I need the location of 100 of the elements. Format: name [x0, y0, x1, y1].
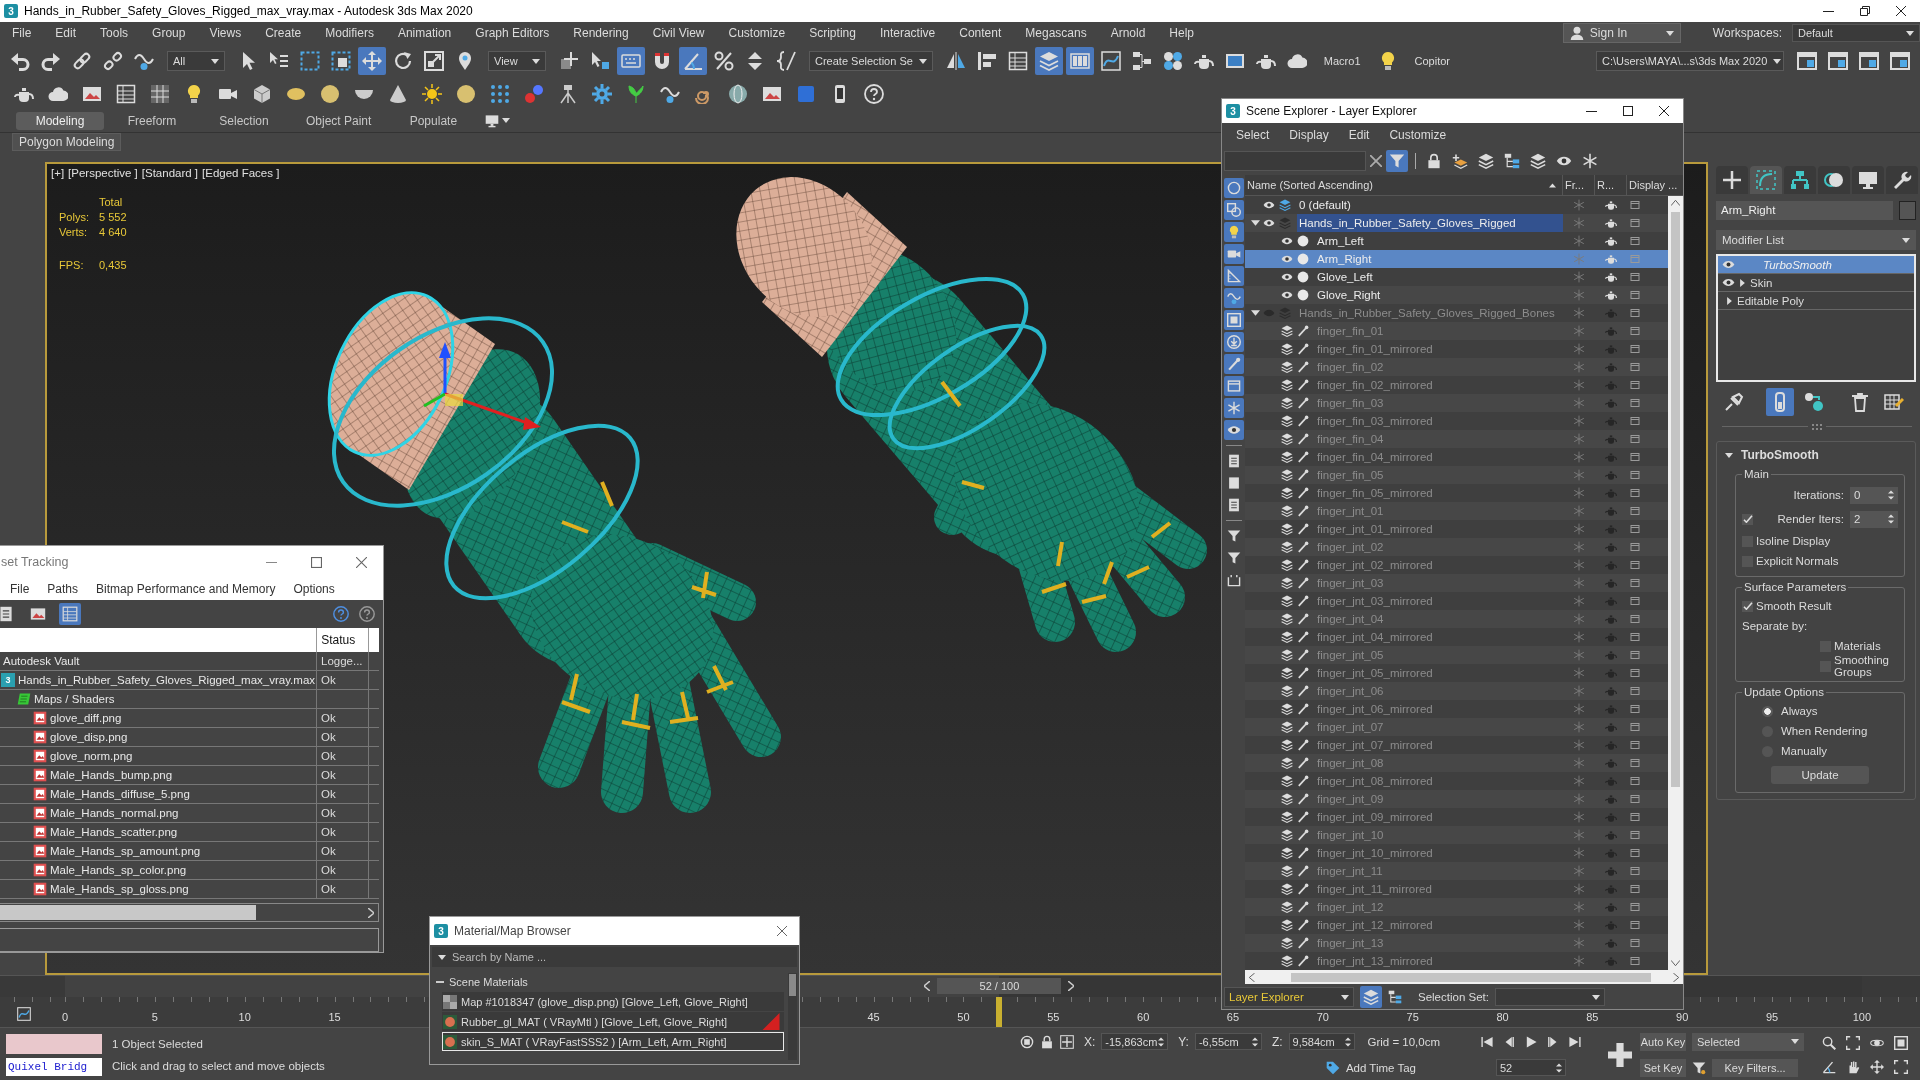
display-box-icon[interactable] [1630, 632, 1640, 642]
scroll-thumb[interactable] [1291, 972, 1651, 982]
snowflake-icon[interactable] [1573, 955, 1585, 967]
snowflake-icon[interactable] [1573, 775, 1585, 787]
asset-name[interactable]: glove_norm.png [50, 750, 133, 762]
display-box-icon[interactable] [1630, 272, 1640, 282]
menu-item[interactable]: Edit [1338, 128, 1380, 142]
menu-item[interactable]: Arnold [1098, 22, 1158, 44]
caret-icon[interactable] [438, 954, 446, 960]
menu-item[interactable]: Tools [88, 22, 141, 44]
eye-filter-button[interactable] [1223, 420, 1244, 440]
snowflake-icon[interactable] [1573, 865, 1585, 877]
display-box-icon[interactable] [1630, 506, 1640, 516]
snowflake-icon[interactable] [1573, 739, 1585, 751]
section-header[interactable]: Scene Materials [434, 973, 784, 991]
spinner-arrows-icon[interactable] [1556, 1062, 1562, 1073]
snowflake-icon[interactable] [1573, 649, 1585, 661]
snowflake-icon[interactable] [1573, 685, 1585, 697]
circles-tab[interactable] [1818, 166, 1850, 194]
menu-item[interactable]: Modifiers [313, 22, 386, 44]
move-icon[interactable] [1870, 1059, 1884, 1074]
display-box-icon[interactable] [1630, 344, 1640, 354]
eye-icon[interactable] [1263, 217, 1275, 229]
collapse-arrow-icon[interactable] [1251, 220, 1260, 226]
snowflake-icon[interactable] [1573, 577, 1585, 589]
eye-icon[interactable] [1281, 235, 1293, 247]
help-icon[interactable] [333, 606, 349, 622]
ribbon-tab[interactable]: Populate [389, 111, 478, 130]
display-box-icon[interactable] [1630, 650, 1640, 660]
collapse-arrow-icon[interactable] [1251, 310, 1260, 316]
camera-filter-button[interactable] [1223, 244, 1244, 264]
shapes-filter-button[interactable] [1223, 200, 1244, 220]
snowflake-icon[interactable] [1573, 505, 1585, 517]
teapot-icon[interactable] [1605, 235, 1617, 247]
snowflake-icon[interactable] [1573, 613, 1585, 625]
snowflake-filter-button[interactable] [1223, 398, 1244, 418]
object-name-field[interactable]: Arm_Right [1716, 201, 1893, 220]
snowflake-icon[interactable] [1573, 829, 1585, 841]
menu-item[interactable]: Civil View [640, 22, 717, 44]
display-box-icon[interactable] [1630, 362, 1640, 372]
lock-icon[interactable] [1040, 1034, 1054, 1049]
toolbar-text-button[interactable]: Macro1 [1313, 47, 1371, 75]
display-box-icon[interactable] [1630, 236, 1640, 246]
group-filter-button[interactable] [1223, 310, 1244, 330]
clear-icon[interactable] [1370, 155, 1382, 167]
color-swatch[interactable] [1899, 201, 1916, 220]
scroll-thumb[interactable] [0, 905, 256, 920]
viewport-label[interactable]: [Standard ] [141, 167, 199, 179]
display-box-icon[interactable] [1630, 866, 1640, 876]
circle-filter-button[interactable] [1223, 178, 1244, 198]
eye-icon[interactable] [1281, 289, 1293, 301]
checkbox-label[interactable]: Explicit Normals [1756, 555, 1839, 567]
vertical-scrollbar[interactable] [1668, 196, 1683, 970]
display-box-icon[interactable] [1630, 452, 1640, 462]
display-box-icon[interactable] [1630, 290, 1640, 300]
snowflake-icon[interactable] [1573, 703, 1585, 715]
checkbox-label[interactable]: Smooth Result [1756, 600, 1832, 612]
column-header[interactable]: R... [1595, 175, 1627, 195]
snowflake-icon[interactable] [1573, 595, 1585, 607]
wrench-tab[interactable] [1886, 166, 1918, 194]
asset-name[interactable]: Male_Hands_sp_amount.png [50, 845, 201, 857]
asset-name[interactable]: Male_Hands_diffuse_5.png [50, 788, 190, 800]
table-button[interactable] [59, 603, 81, 625]
snowflake-icon[interactable] [1573, 559, 1585, 571]
ruler-filter-button[interactable] [1223, 266, 1244, 286]
close-icon[interactable] [1896, 6, 1906, 16]
display-box-icon[interactable] [1630, 830, 1640, 840]
funnel-button[interactable] [1386, 150, 1408, 172]
checkbox-label[interactable]: Isoline Display [1756, 535, 1831, 547]
snowflake-icon[interactable] [1573, 757, 1585, 769]
vertical-scrollbar[interactable] [788, 973, 797, 1060]
box-filter-button[interactable] [1223, 376, 1244, 396]
display-box-icon[interactable] [1630, 794, 1640, 804]
display-box-icon[interactable] [1630, 524, 1640, 534]
radio-label[interactable]: When Rendering [1781, 725, 1868, 737]
menu-item[interactable]: File [1, 582, 39, 596]
viewport-label[interactable]: [+] [51, 167, 65, 179]
snowflake-icon[interactable] [1573, 379, 1585, 391]
magnifier-icon[interactable] [1822, 1035, 1836, 1050]
set-keys-plus-icon[interactable] [1608, 1042, 1632, 1067]
display-box-icon[interactable] [1630, 434, 1640, 444]
snowflake-icon[interactable] [1573, 847, 1585, 859]
snowflake-icon[interactable] [1573, 307, 1585, 319]
workspaces-dropdown[interactable]: Default [1792, 24, 1920, 42]
spinner-arrows-icon[interactable] [1345, 1036, 1352, 1047]
current-frame-field[interactable]: 52 [1496, 1059, 1566, 1076]
checkbox[interactable] [1742, 513, 1753, 525]
eye-icon[interactable] [1263, 199, 1275, 211]
snowflake-icon[interactable] [1573, 361, 1585, 373]
angle-button[interactable] [679, 47, 707, 75]
display-box-icon[interactable] [1630, 578, 1640, 588]
download-filter-button[interactable] [1223, 332, 1244, 352]
dropdown[interactable]: View [488, 51, 546, 71]
zoom-extents-icon[interactable] [1894, 1059, 1908, 1074]
auto-key-button[interactable]: Auto Key [1640, 1032, 1686, 1051]
transform-gizmo-icon[interactable] [423, 342, 541, 430]
display-box-icon[interactable] [1630, 596, 1640, 606]
update-button[interactable]: Update [1771, 766, 1869, 784]
radio-button[interactable] [1762, 705, 1773, 717]
eye-icon[interactable] [1281, 271, 1293, 283]
